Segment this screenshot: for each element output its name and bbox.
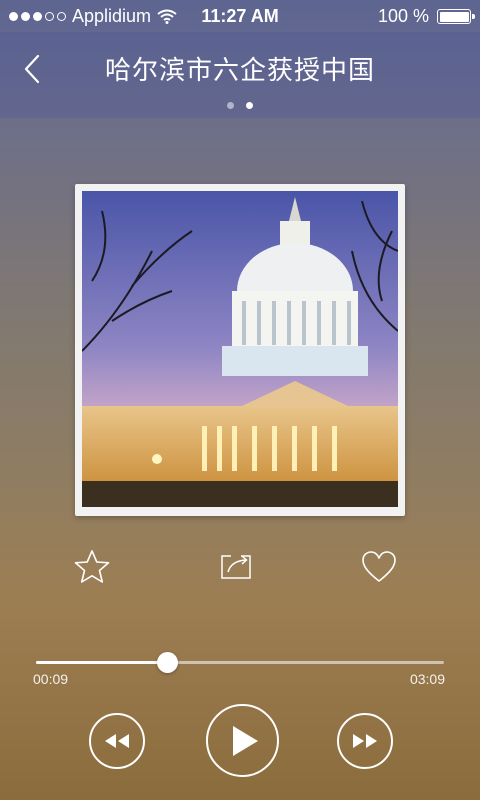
album-art-image [82, 191, 398, 507]
total-duration: 03:09 [409, 671, 445, 687]
rewind-button[interactable] [89, 713, 145, 769]
page-title: 哈尔滨市六企获授中国 [104, 55, 375, 85]
progress-slider[interactable] [36, 652, 444, 673]
rewind-icon [105, 734, 129, 748]
star-icon[interactable] [73, 548, 111, 586]
heart-icon[interactable] [360, 548, 398, 586]
play-icon [233, 725, 258, 756]
album-art-frame [75, 184, 405, 516]
progress-fill [36, 661, 167, 664]
fast-forward-icon [353, 734, 377, 748]
battery-icon [437, 9, 475, 24]
battery-percent: 100 % [377, 6, 429, 26]
status-bar: Applidium 11:27 AM 100 % [0, 0, 480, 32]
share-icon[interactable] [217, 548, 255, 586]
page-dot-2[interactable] [246, 102, 253, 109]
play-button[interactable] [206, 704, 279, 777]
back-button[interactable] [20, 52, 50, 86]
status-right: 100 % [377, 6, 475, 27]
progress-thumb[interactable] [156, 652, 178, 673]
nav-bar: 哈尔滨市六企获授中国 [0, 32, 480, 118]
elapsed-time: 00:09 [33, 671, 69, 687]
page-dot-1[interactable] [227, 102, 234, 109]
page-indicator[interactable] [0, 102, 480, 109]
chevron-left-icon [24, 54, 40, 84]
fast-forward-button[interactable] [337, 713, 393, 769]
